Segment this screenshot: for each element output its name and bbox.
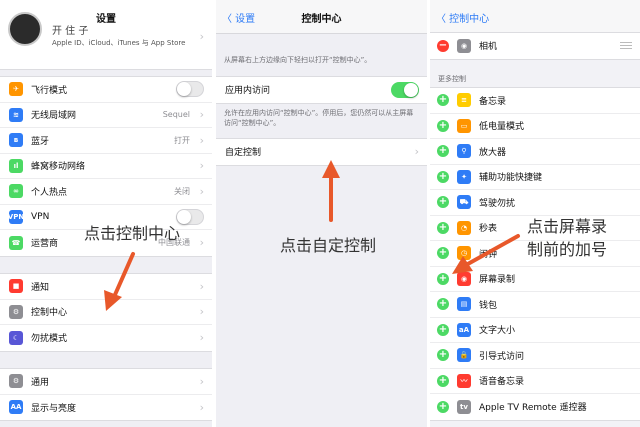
arrow-to-control-center bbox=[104, 252, 135, 311]
annotation-arrows bbox=[104, 160, 520, 311]
arrow-to-customize bbox=[322, 160, 340, 222]
arrow-to-plus bbox=[452, 234, 520, 274]
